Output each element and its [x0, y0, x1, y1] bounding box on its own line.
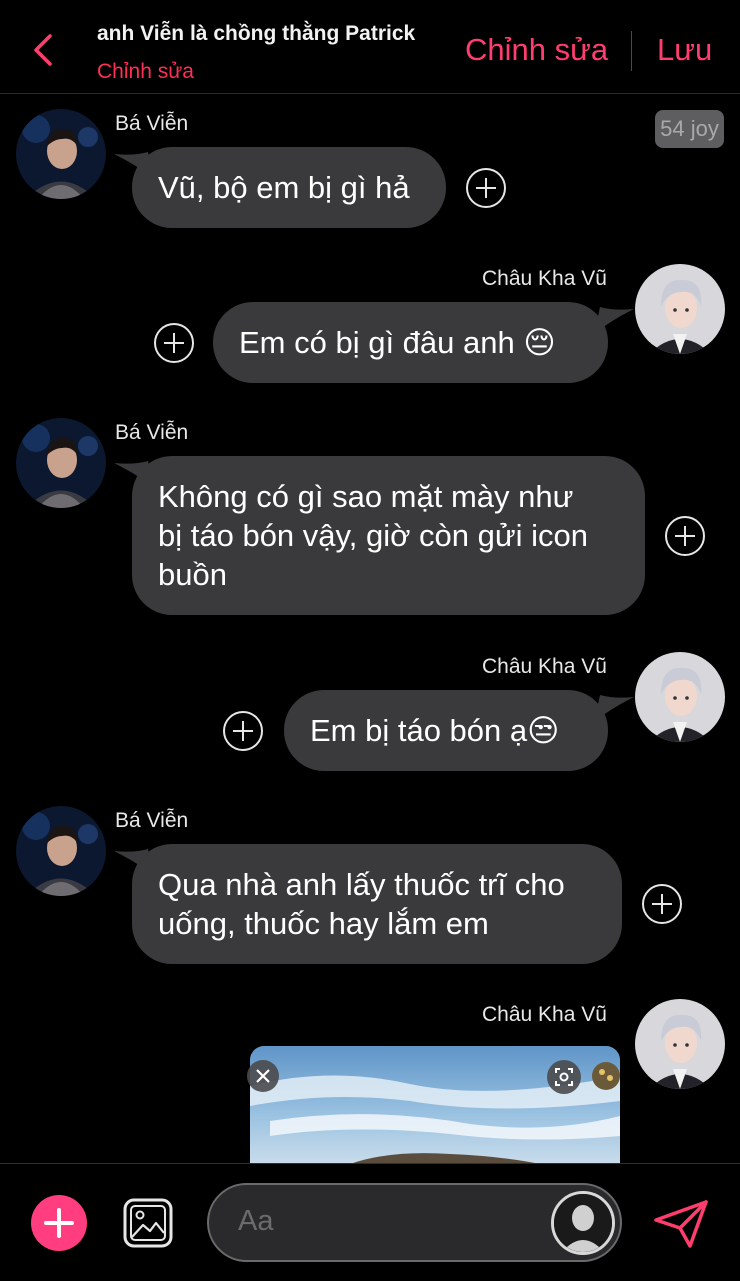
save-button[interactable]: Lưu [657, 32, 712, 68]
sender-name: Bá Viễn [115, 112, 189, 135]
add-reaction-icon[interactable] [641, 883, 683, 925]
avatar-chau-kha-vu[interactable] [635, 999, 725, 1089]
chat-header: anh Viễn là chồng thằng Patrick Chỉnh sử… [0, 0, 740, 94]
message-bubble[interactable]: Qua nhà anh lấy thuốc trĩ cho uống, thuố… [132, 844, 622, 964]
avatar-chau-kha-vu[interactable] [635, 652, 725, 742]
message-bubble[interactable]: Không có gì sao mặt mày như bị táo bón v… [132, 456, 645, 615]
message-text: Em có bị gì đâu anh 😔 [239, 325, 556, 360]
add-button[interactable] [31, 1195, 87, 1251]
message-text-line: Không có gì sao mặt mày như [158, 479, 574, 514]
message-bubble[interactable]: Em bị táo bón ạ😒 [284, 690, 608, 771]
avatar-ba-vien[interactable] [16, 806, 106, 896]
sender-name: Bá Viễn [115, 809, 189, 832]
add-reaction-icon[interactable] [153, 322, 195, 364]
sender-name: Châu Kha Vũ [482, 267, 607, 290]
sender-name: Châu Kha Vũ [482, 655, 607, 678]
add-reaction-icon[interactable] [222, 710, 264, 752]
joy-count-badge: 54 joy [655, 110, 724, 148]
add-reaction-icon[interactable] [465, 167, 507, 209]
close-icon[interactable] [246, 1059, 280, 1093]
message-text: Vũ, bộ em bị gì hả [158, 170, 410, 205]
chat-title: anh Viễn là chồng thằng Patrick [97, 22, 416, 45]
persona-avatar-button[interactable] [551, 1191, 615, 1255]
chat-subtitle-edit-link[interactable]: Chỉnh sửa [97, 60, 194, 84]
scan-icon[interactable] [546, 1059, 582, 1095]
sticker-icon [592, 1062, 620, 1090]
avatar-ba-vien[interactable] [16, 418, 106, 508]
sender-name: Châu Kha Vũ [482, 1003, 607, 1026]
message-text-line: buồn [158, 557, 227, 592]
message-input-placeholder: Aa [238, 1205, 274, 1237]
add-reaction-icon[interactable] [664, 515, 706, 557]
message-text-line: Qua nhà anh lấy thuốc trĩ cho [158, 867, 565, 902]
message-bubble[interactable]: Em có bị gì đâu anh 😔 [213, 302, 608, 383]
header-divider [631, 31, 632, 71]
message-text-line: bị táo bón vậy, giờ còn gửi icon [158, 518, 588, 553]
send-icon[interactable] [652, 1198, 710, 1250]
sender-name: Bá Viễn [115, 421, 189, 444]
edit-button[interactable]: Chỉnh sửa [465, 32, 608, 68]
message-bubble[interactable]: Vũ, bộ em bị gì hả [132, 147, 446, 228]
plus-icon [44, 1208, 74, 1238]
message-text: Em bị táo bón ạ😒 [310, 713, 560, 748]
person-icon [554, 1194, 612, 1252]
avatar-chau-kha-vu[interactable] [635, 264, 725, 354]
avatar-ba-vien[interactable] [16, 109, 106, 199]
gallery-icon[interactable] [122, 1197, 174, 1249]
message-text-line: uống, thuốc hay lắm em [158, 906, 489, 941]
back-chevron-icon[interactable] [28, 30, 60, 70]
